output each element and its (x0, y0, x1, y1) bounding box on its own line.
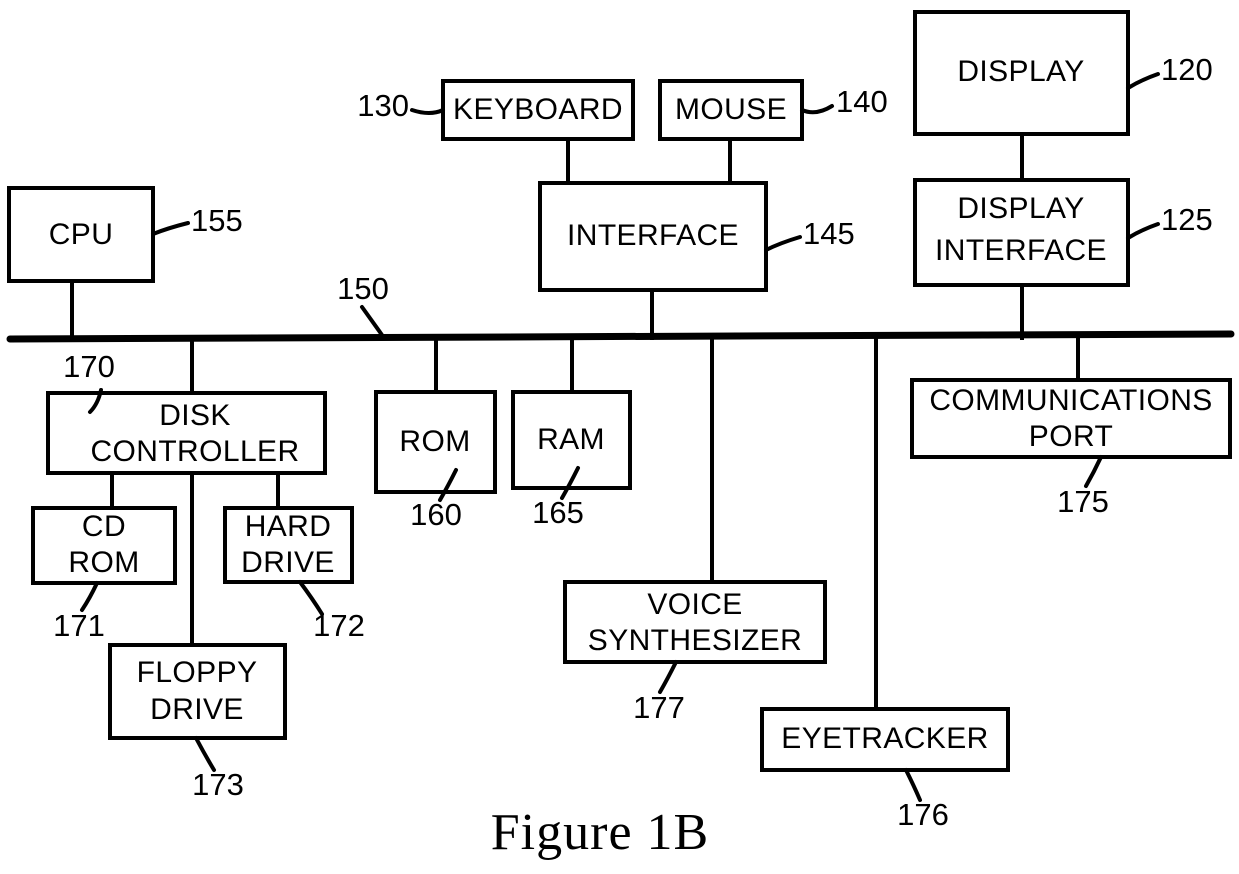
display-interface-label-line2: INTERFACE (935, 234, 1107, 267)
leader-155 (151, 221, 190, 236)
keyboard-label: KEYBOARD (453, 93, 623, 126)
ref-150: 150 (337, 271, 389, 306)
cd-rom-label-line1: CD (82, 510, 126, 543)
interface-label: INTERFACE (567, 219, 739, 252)
block-mouse: MOUSE (658, 79, 804, 141)
block-floppy-drive: FLOPPY DRIVE (108, 643, 287, 740)
block-display: DISPLAY (913, 10, 1130, 136)
cd-rom-label-line2: ROM (68, 546, 139, 579)
block-diagram-canvas: CPU KEYBOARD MOUSE INTERFACE DISPLAY DIS… (6, 10, 1235, 861)
patent-figure-1b: CPU KEYBOARD MOUSE INTERFACE DISPLAY DIS… (0, 0, 1239, 874)
bus-line (6, 330, 1235, 343)
communications-port-label-line1: COMMUNICATIONS (929, 384, 1212, 417)
communications-port-label-line2: PORT (1029, 420, 1113, 453)
cpu-label: CPU (49, 218, 114, 251)
ref-120: 120 (1161, 52, 1213, 87)
block-hard-drive: HARD DRIVE (223, 506, 354, 584)
rom-label: ROM (399, 425, 470, 458)
leader-173 (194, 736, 216, 772)
block-cpu: CPU (7, 186, 155, 283)
hard-drive-label-line1: HARD (245, 510, 332, 543)
leader-176 (904, 768, 922, 802)
block-cd-rom: CD ROM (31, 506, 177, 585)
figure-caption: Figure 1B (491, 804, 709, 861)
ref-125: 125 (1161, 202, 1213, 237)
voice-synthesizer-label-line1: VOICE (647, 588, 742, 621)
mouse-label: MOUSE (675, 93, 787, 126)
disk-controller-label-line2: CONTROLLER (90, 435, 299, 468)
disk-controller-label-line1: DISK (159, 399, 231, 432)
leader-140 (800, 104, 834, 115)
leader-175 (1084, 455, 1103, 488)
leader-120 (1126, 72, 1160, 90)
ram-label: RAM (537, 423, 605, 456)
ref-177: 177 (633, 690, 685, 725)
ref-140: 140 (836, 84, 888, 119)
floppy-drive-label-line2: DRIVE (150, 693, 244, 726)
block-interface: INTERFACE (538, 181, 768, 292)
block-eyetracker: EYETRACKER (760, 707, 1010, 772)
ref-172: 172 (313, 608, 365, 643)
floppy-drive-label-line1: FLOPPY (137, 656, 258, 689)
voice-synthesizer-label-line2: SYNTHESIZER (588, 624, 802, 657)
block-ram: RAM (511, 390, 632, 490)
ref-170: 170 (63, 349, 115, 384)
ref-165: 165 (532, 495, 584, 530)
ref-160: 160 (410, 497, 462, 532)
ref-173: 173 (192, 767, 244, 802)
ref-145: 145 (803, 216, 855, 251)
ref-155: 155 (191, 203, 243, 238)
ref-175: 175 (1057, 484, 1109, 519)
display-interface-label-line1: DISPLAY (957, 192, 1084, 225)
block-keyboard: KEYBOARD (441, 79, 635, 141)
block-disk-controller: DISK CONTROLLER (46, 391, 327, 475)
block-rom: ROM (374, 390, 497, 494)
leader-130 (410, 108, 445, 115)
ref-176: 176 (897, 797, 949, 832)
eyetracker-label: EYETRACKER (781, 722, 988, 755)
block-voice-synthesizer: VOICE SYNTHESIZER (563, 580, 827, 664)
display-label: DISPLAY (957, 55, 1084, 88)
leader-171 (80, 581, 99, 612)
block-communications-port: COMMUNICATIONS PORT (910, 378, 1232, 459)
ref-130: 130 (357, 88, 409, 123)
hard-drive-label-line2: DRIVE (241, 546, 335, 579)
system-bus (6, 330, 1235, 343)
leader-150 (360, 305, 384, 337)
block-display-interface: DISPLAY INTERFACE (913, 178, 1130, 287)
ref-171: 171 (53, 608, 105, 643)
leader-125 (1126, 222, 1160, 240)
leader-145 (764, 235, 802, 252)
leader-177 (658, 660, 678, 694)
